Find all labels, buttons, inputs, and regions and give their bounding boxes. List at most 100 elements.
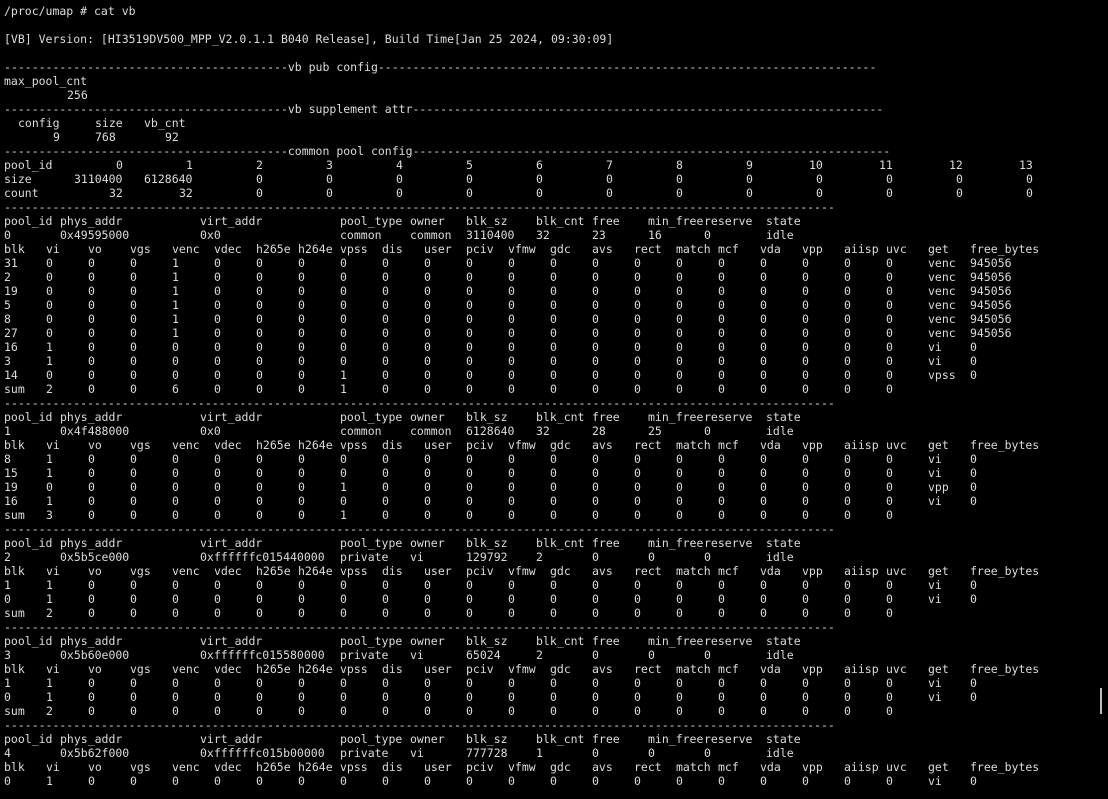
terminal-cell: 0 xyxy=(116,158,123,172)
terminal-cell: 0 xyxy=(298,340,305,354)
terminal-cell: vo xyxy=(88,760,102,774)
terminal-cell: h265e xyxy=(256,564,291,578)
terminal-cell: 0 xyxy=(130,298,137,312)
terminal-cell: 0 xyxy=(298,452,305,466)
terminal-cell: pool_id xyxy=(4,214,53,228)
terminal-cell: 0 xyxy=(634,606,641,620)
terminal-cell: venc xyxy=(172,438,200,452)
terminal-cell: 0 xyxy=(508,284,515,298)
terminal-cell: 0 xyxy=(172,774,179,788)
terminal-cell: 0 xyxy=(718,676,725,690)
terminal-line: pool_id phys_addr virt_addr pool_type owner b… xyxy=(4,410,1090,424)
terminal-cell: size xyxy=(4,172,32,186)
terminal-cell: vi xyxy=(928,676,942,690)
terminal-cell: 0 xyxy=(382,508,389,522)
terminal-cell: user xyxy=(424,242,452,256)
terminal-line: 1 1 0 0 0 0 0 0 0 0 0 0 0 0 0 0 0 0 0 0 0 0 vi 0 xyxy=(4,676,1090,690)
terminal-cell: 0 xyxy=(46,480,53,494)
terminal-cell: 0 xyxy=(886,452,893,466)
terminal-cell: 0 xyxy=(802,508,809,522)
terminal-cell: 14 xyxy=(4,368,18,382)
terminal-cell: 0 xyxy=(46,270,53,284)
terminal-cell: blk_cnt xyxy=(536,536,585,550)
terminal-cell: 0 xyxy=(676,606,683,620)
terminal-cell: free_bytes xyxy=(970,242,1040,256)
terminal-cell: sum xyxy=(4,382,25,396)
terminal-cell: vi xyxy=(46,242,60,256)
terminal-cell: 0 xyxy=(172,494,179,508)
terminal-cell: 0 xyxy=(970,452,977,466)
terminal-cell: blk_cnt xyxy=(536,214,585,228)
scrollbar-thumb[interactable] xyxy=(1100,688,1102,714)
terminal-cell: 0 xyxy=(466,172,473,186)
terminal-cell: 0 xyxy=(676,186,683,200)
terminal-cell: 0 xyxy=(634,340,641,354)
terminal-cell: 0 xyxy=(424,690,431,704)
terminal-cell: vfmw xyxy=(508,242,536,256)
terminal-cell: /proc/umap # cat vb xyxy=(4,4,136,18)
terminal-cell: 0 xyxy=(760,382,767,396)
terminal-cell: 0 xyxy=(508,382,515,396)
terminal-cell: vi xyxy=(46,564,60,578)
terminal-line: blk vi vo vgs venc vdec h265e h264e vpss dis user p… xyxy=(4,438,1090,452)
terminal-cell: 0 xyxy=(606,186,613,200)
terminal-cell: vpss xyxy=(340,662,368,676)
terminal-line: ----------------------------------------… xyxy=(4,144,1090,158)
terminal-cell: 0 xyxy=(676,690,683,704)
terminal-line: 16 1 0 0 0 0 0 0 0 0 0 0 0 0 0 0 0 0 0 0 0 0 vi 0 xyxy=(4,340,1090,354)
terminal-cell: 0 xyxy=(214,298,221,312)
terminal-cell: owner xyxy=(410,410,445,424)
terminal-cell: 0 xyxy=(592,326,599,340)
terminal-cell: 0 xyxy=(424,676,431,690)
terminal-cell: 0 xyxy=(760,256,767,270)
terminal-cell: 0 xyxy=(718,256,725,270)
terminal-line: pool_id 0 1 2 3 4 5 6 7 8 9 10 11 12 13 xyxy=(4,158,1090,172)
terminal-cell: 0 xyxy=(550,270,557,284)
terminal-cell: 9 xyxy=(746,158,753,172)
terminal-cell: 0 xyxy=(172,354,179,368)
terminal-cell: free xyxy=(592,634,620,648)
terminal-cell: 945056 xyxy=(970,326,1012,340)
terminal-cell: owner xyxy=(410,214,445,228)
terminal-cell: 0 xyxy=(508,690,515,704)
terminal-cell: 0 xyxy=(592,466,599,480)
terminal-cell: 0 xyxy=(256,592,263,606)
terminal-cell: avs xyxy=(592,760,613,774)
terminal-cell: 0 xyxy=(298,312,305,326)
terminal-cell: 0 xyxy=(634,256,641,270)
terminal-cell: 0 xyxy=(130,270,137,284)
terminal-cell: 0 xyxy=(676,326,683,340)
terminal-cell: 0 xyxy=(802,382,809,396)
terminal-cell: pciv xyxy=(466,662,494,676)
terminal-cell: ----------------------------------------… xyxy=(4,718,835,732)
terminal-cell: vpp xyxy=(802,242,823,256)
terminal-cell: 0 xyxy=(508,354,515,368)
terminal-cell: ----------------------------------------… xyxy=(4,396,835,410)
terminal-cell: 0 xyxy=(844,256,851,270)
terminal-cell: 0 xyxy=(634,354,641,368)
terminal-line: blk vi vo vgs venc vdec h265e h264e vpss dis user p… xyxy=(4,242,1090,256)
terminal-cell: 0 xyxy=(256,508,263,522)
terminal-cell: vpss xyxy=(340,564,368,578)
terminal-cell: h265e xyxy=(256,242,291,256)
terminal-cell: 0 xyxy=(130,312,137,326)
terminal-cell: pool_type xyxy=(340,634,403,648)
terminal-cell: 0 xyxy=(382,270,389,284)
terminal-cell: 0 xyxy=(508,494,515,508)
terminal-cell: h264e xyxy=(298,662,333,676)
terminal-cell: match xyxy=(676,662,711,676)
terminal-scrollbar[interactable] xyxy=(1090,0,1108,799)
terminal-cell: 0 xyxy=(592,550,599,564)
terminal-cell: mcf xyxy=(718,564,739,578)
terminal-cell: 1 xyxy=(46,578,53,592)
terminal-cell: vi xyxy=(928,690,942,704)
terminal-output[interactable]: /proc/umap # cat vb [VB] Version: [HI3519… xyxy=(0,0,1090,799)
terminal-cell: 0 xyxy=(382,256,389,270)
terminal-cell: 0 xyxy=(382,326,389,340)
terminal-line: blk vi vo vgs venc vdec h265e h264e vpss dis user p… xyxy=(4,662,1090,676)
terminal-cell: 0 xyxy=(760,312,767,326)
terminal-line: ----------------------------------------… xyxy=(4,718,1090,732)
terminal-cell: 1 xyxy=(46,466,53,480)
terminal-cell: 2 xyxy=(536,648,543,662)
terminal-cell: blk xyxy=(4,242,25,256)
